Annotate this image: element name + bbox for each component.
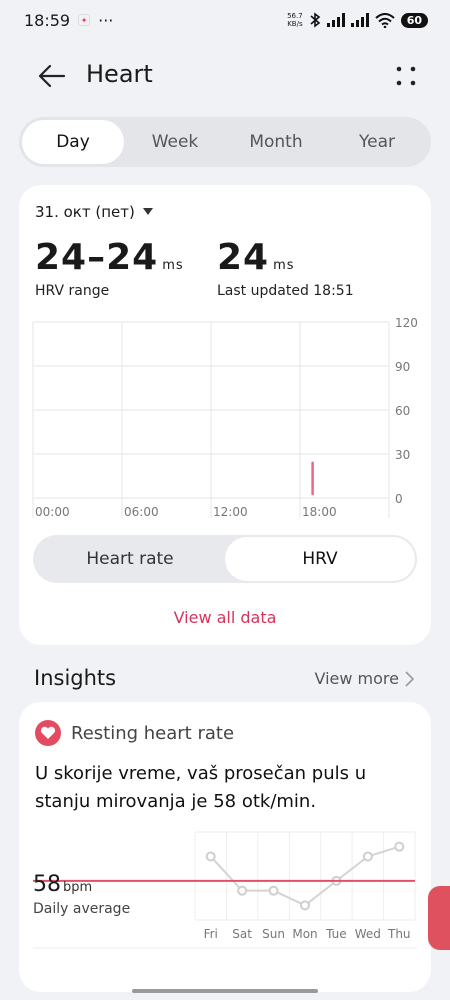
resting-hr-point (205, 851, 216, 862)
resting-hr-point (268, 885, 279, 896)
wifi-icon (375, 12, 395, 28)
resting-hr-point (237, 885, 248, 896)
network-speed-value: 56.7 (287, 12, 303, 20)
status-left: 18:59 ✦ ··· (24, 11, 113, 30)
day-label: Fri (204, 927, 218, 941)
x-tick-label: 18:00 (302, 505, 337, 519)
resting-hr-point (394, 841, 405, 852)
day-label: Thu (387, 927, 411, 941)
bluetooth-icon (310, 12, 320, 28)
tab-week[interactable]: Week (124, 120, 226, 164)
tab-day[interactable]: Day (22, 120, 124, 164)
page-title: Heart (86, 60, 153, 88)
y-tick-label: 90 (395, 360, 410, 374)
y-tick-label: 120 (395, 316, 418, 330)
x-tick-label: 12:00 (213, 505, 248, 519)
cell-signal-icon (326, 13, 345, 27)
x-tick-label: 00:00 (35, 505, 70, 519)
network-speed-unit: KB/s (287, 20, 303, 28)
daily-average-label: Daily average (33, 901, 131, 917)
tab-month[interactable]: Month (225, 120, 327, 164)
status-right: 56.7 KB/s 60 (287, 12, 428, 28)
day-label: Mon (292, 927, 317, 941)
battery-indicator: 60 (400, 12, 428, 28)
resting-heart-rate-card[interactable]: Resting heart rate U skorije vreme, vaš … (19, 702, 431, 992)
y-tick-label: 0 (395, 492, 403, 506)
view-all-data-link[interactable]: View all data (19, 608, 431, 627)
period-selector: Day Week Month Year (19, 117, 431, 167)
day-label: Wed (355, 927, 381, 941)
toggle-hrv[interactable]: HRV (225, 537, 415, 581)
cell-signal-2-icon (350, 13, 369, 27)
status-bar: 18:59 ✦ ··· 56.7 KB/s 60 (0, 0, 450, 40)
y-tick-label: 30 (395, 448, 410, 462)
more-options-icon[interactable] (392, 62, 420, 90)
metric-toggle: Heart rate HRV (33, 535, 417, 583)
x-tick-label: 06:00 (124, 505, 159, 519)
daily-average-unit: bpm (63, 880, 93, 895)
resting-hr-point (300, 900, 310, 911)
resting-hr-point (362, 851, 373, 862)
view-more-label: View more (314, 669, 400, 688)
hrv-card: 31. окт (пет) 24–24 ms HRV range 24 ms Las… (19, 185, 431, 645)
home-indicator (132, 989, 318, 993)
y-tick-label: 60 (395, 404, 410, 418)
hrv-chart: 120 90 60 30 0 00:00 06:00 12:00 18:00 (32, 316, 418, 519)
insights-heading: Insights (34, 666, 117, 690)
header: Heart (0, 52, 450, 100)
day-label: Sun (262, 927, 285, 941)
day-label: Sat (232, 927, 252, 941)
status-more-dots: ··· (98, 10, 114, 30)
toggle-heart-rate[interactable]: Heart rate (35, 537, 225, 581)
status-time: 18:59 (24, 10, 71, 30)
back-arrow-icon[interactable] (36, 60, 68, 92)
daily-average-number: 58 (33, 872, 61, 897)
daily-average-value: 58 bpm (33, 872, 92, 897)
view-more-link[interactable]: View more (314, 669, 414, 688)
resting-hr-chart: Fri Sat Sun Mon Tue Wed Thu (33, 831, 417, 949)
day-label: Tue (325, 927, 347, 941)
app-notification-icon: ✦ (78, 14, 91, 26)
chevron-right-icon (405, 670, 414, 687)
floating-side-tab[interactable] (428, 886, 450, 950)
network-speed: 56.7 KB/s (287, 12, 303, 28)
tab-year[interactable]: Year (326, 120, 428, 164)
